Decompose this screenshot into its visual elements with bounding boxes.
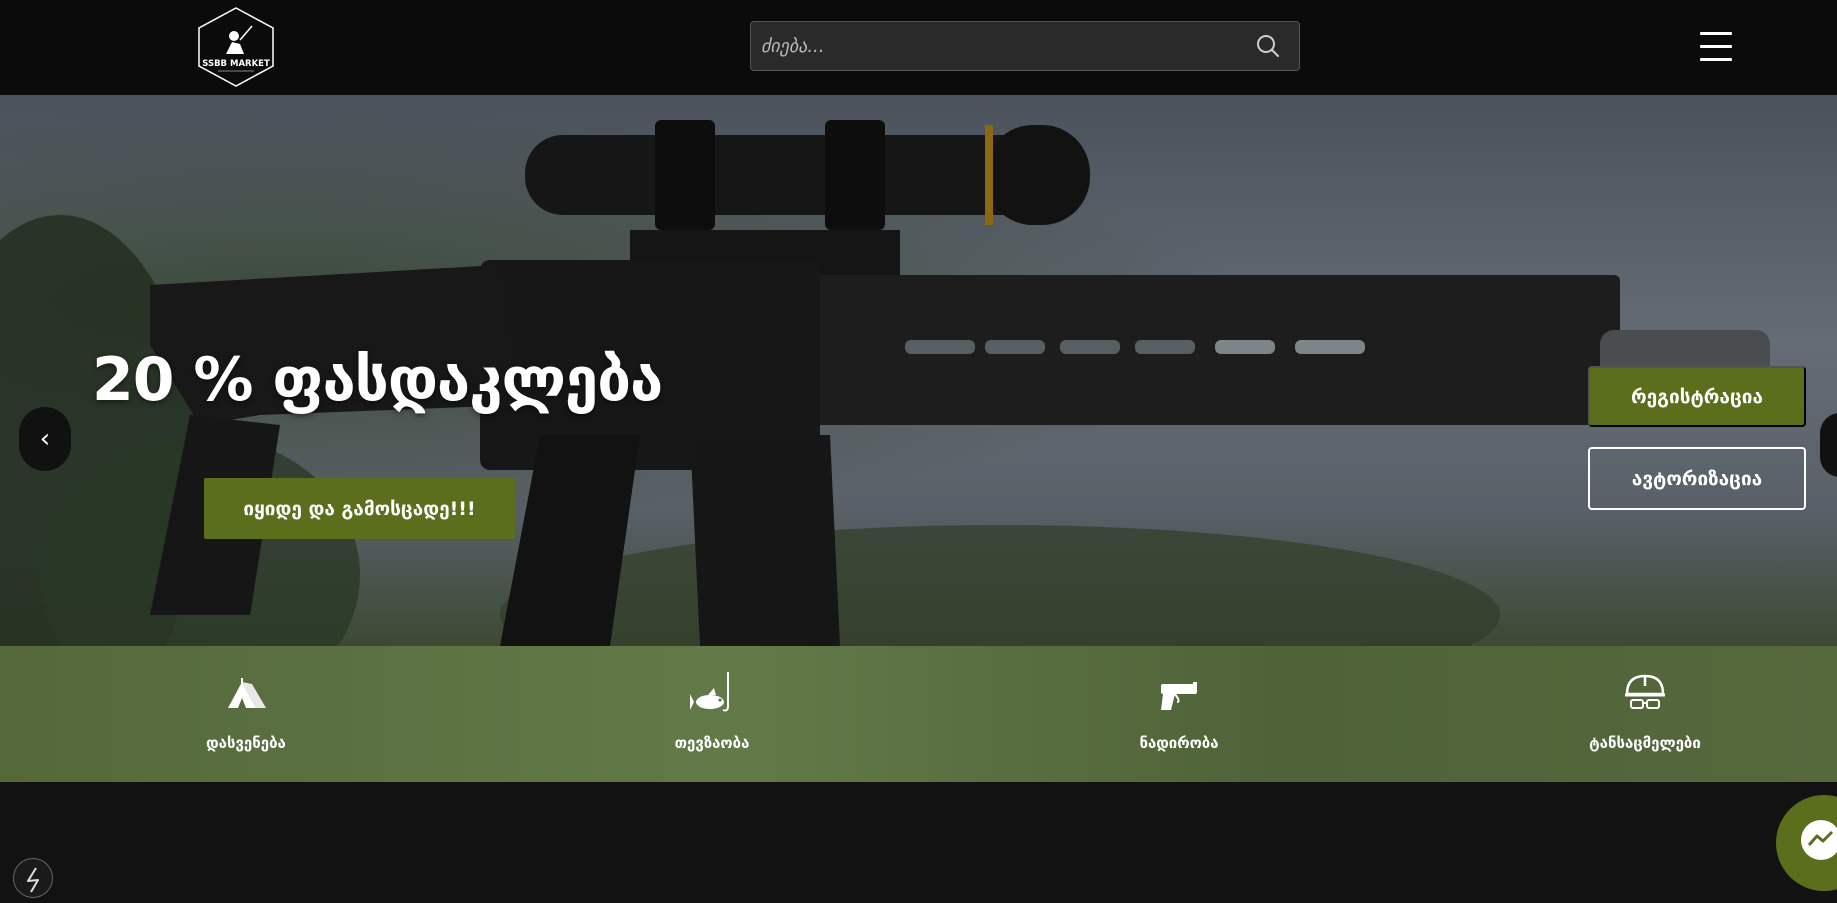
register-button[interactable]: რეგისტრაცია bbox=[1588, 366, 1806, 427]
site-header: SSBB MARKET bbox=[0, 0, 1837, 95]
hero-banner: 20 % ფასდაკლება იყიდე და გამოსცადე!!! ‹ … bbox=[0, 95, 1837, 646]
page-content-area bbox=[0, 782, 1837, 892]
category-bar: დასვენება თევზაობა ნადირობა ტანსაცმელები bbox=[0, 646, 1837, 782]
lightning-icon[interactable] bbox=[13, 858, 53, 898]
logo-text: SSBB MARKET bbox=[202, 59, 270, 69]
category-recreation[interactable]: დასვენება bbox=[136, 646, 356, 782]
site-logo[interactable]: SSBB MARKET bbox=[196, 6, 276, 88]
logo-hexagon-icon: SSBB MARKET bbox=[198, 7, 274, 87]
category-clothing[interactable]: ტანსაცმელები bbox=[1535, 646, 1755, 782]
category-hunting[interactable]: ნადირობა bbox=[1069, 646, 1289, 782]
hamburger-menu-icon[interactable] bbox=[1700, 32, 1732, 62]
fishing-icon bbox=[690, 672, 729, 712]
category-fishing[interactable]: თევზაობა bbox=[602, 646, 822, 782]
category-label: ტანსაცმელები bbox=[1589, 734, 1701, 752]
category-label: თევზაობა bbox=[674, 734, 750, 752]
shop-now-button[interactable]: იყიდე და გამოსცადე!!! bbox=[204, 478, 515, 539]
search-input[interactable] bbox=[761, 22, 1241, 70]
carousel-next-button[interactable] bbox=[1820, 413, 1837, 477]
chevron-left-icon: ‹ bbox=[39, 424, 51, 454]
carousel-prev-button[interactable]: ‹ bbox=[19, 407, 71, 471]
login-button[interactable]: ავტორიზაცია bbox=[1588, 447, 1806, 510]
search-bar bbox=[750, 21, 1300, 71]
category-label: დასვენება bbox=[206, 734, 286, 752]
category-label: ნადირობა bbox=[1139, 734, 1219, 752]
helmet-icon bbox=[1625, 674, 1665, 709]
search-icon[interactable] bbox=[1255, 33, 1281, 59]
hero-title: 20 % ფასდაკლება bbox=[92, 345, 663, 415]
messenger-icon bbox=[1801, 820, 1837, 860]
pistol-icon bbox=[1161, 682, 1197, 710]
tent-icon bbox=[228, 678, 266, 708]
